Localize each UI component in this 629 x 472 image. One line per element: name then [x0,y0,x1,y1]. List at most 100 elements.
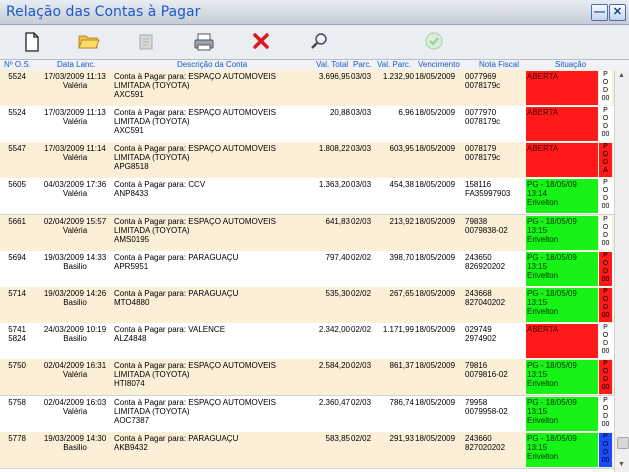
header-parc[interactable]: Parc. [353,60,372,70]
pod-o: O [602,260,609,267]
installment: 03/03 [351,72,372,81]
pod-d: D [602,87,609,94]
pod-o: O [602,368,609,375]
invoice-number: 0077969 [465,72,497,81]
table-row[interactable]: 5741 5824 24/03/2009 10:19 Basilio Conta… [0,323,614,360]
header-desc[interactable]: Descrição da Conta [177,60,247,70]
table-row[interactable]: 5758 02/04/2009 16:03 Valéria Conta à Pa… [0,396,614,433]
table-row[interactable]: 5750 02/04/2009 16:31 Valéria Conta à Pa… [0,359,614,396]
header-nf[interactable]: Nota Fiscal [479,60,519,70]
description-line2: LIMITADA (TOYOTA) [114,81,190,90]
header-total[interactable]: Val. Total [316,60,348,70]
pod-o: O [602,224,609,231]
table-row[interactable]: 5694 19/03/2009 14:33 Basilio Conta à Pa… [0,251,614,288]
disabled-edit-icon [139,34,153,50]
pod-code: 00 [601,203,610,210]
edit-button[interactable] [134,30,158,54]
table-row[interactable]: 5524 17/03/2009 11:13 Valéria Conta à Pa… [0,70,614,107]
installment: 02/02 [351,289,372,298]
description-line1: Conta à Pagar para: PARAGUAÇU [114,253,239,262]
table-row[interactable]: 5547 17/03/2009 11:14 Valéria Conta à Pa… [0,142,614,179]
table-row[interactable]: 5778 19/03/2009 14:30 Basilio Conta à Pa… [0,432,614,469]
status-line1: PG - 18/05/09 [527,289,577,298]
invoice-number: 0077970 [465,108,497,117]
entry-user: Valéria [62,189,88,198]
due-date: 18/05/2009 [415,180,456,189]
status-line1: PG - 18/05/09 [527,217,577,226]
header-val-parc[interactable]: Val. Parc. [377,60,411,70]
pod-indicator: P O D 00 [599,107,612,141]
pod-p: P [603,143,608,150]
pod-p: P [603,252,608,259]
pod-d: D [602,123,609,130]
total-value: 797,40 [325,253,350,262]
accounts-table: 5524 17/03/2009 11:13 Valéria Conta à Pa… [0,70,614,472]
pod-o: O [602,441,609,448]
description-line2: LIMITADA (TOYOTA) [114,226,190,235]
pod-o: O [602,115,609,122]
header-venc[interactable]: Vencimento [418,60,460,70]
invoice-number-2: 2974902 [465,334,497,343]
entry-user: Valéria [62,117,88,126]
invoice-number: 79958 [465,398,488,407]
status-line1: PG - 18/05/09 [527,253,577,262]
due-date: 18/05/2009 [415,434,456,443]
search-button[interactable] [307,30,331,54]
entry-date: 24/03/2009 10:19 [43,325,107,334]
status-line3: Erivelton [527,235,559,244]
scroll-down-arrow-icon[interactable]: ▼ [618,461,625,468]
table-row[interactable]: 5661 02/04/2009 15:57 Valéria Conta à Pa… [0,215,614,252]
print-button[interactable] [192,30,216,54]
due-date: 18/05/2009 [415,361,456,370]
header-os[interactable]: Nº O.S. [4,60,31,70]
invoice-number: 243668 [465,289,492,298]
description-line1: Conta à Pagar para: ESPAÇO AUTOMOVEIS [114,108,276,117]
header-date[interactable]: Data Lanc. [57,60,96,70]
entry-date: 17/03/2009 11:14 [44,144,106,153]
vertical-scrollbar[interactable]: ▲ ▼ [614,70,629,472]
os-number: 5758 [8,398,26,407]
pod-p: P [603,360,608,367]
close-button[interactable]: ✕ [609,4,626,21]
installment-value: 213,92 [389,217,414,226]
os-number: 5547 [8,144,26,153]
installment: 02/02 [351,253,372,262]
pod-p: P [603,324,608,331]
invoice-number-2: FA35997903 [465,189,511,198]
status-line1: PG - 18/05/09 [527,434,577,443]
minimize-button[interactable]: — [591,4,608,21]
invoice-number: 79816 [465,361,488,370]
pod-code: A [603,167,608,174]
due-date: 18/05/2009 [415,289,456,298]
table-row[interactable]: 5714 19/03/2009 14:26 Basilio Conta à Pa… [0,287,614,324]
pod-d: D [602,376,609,383]
table-row[interactable]: 5605 04/03/2009 17:36 Valéria Conta à Pa… [0,178,614,215]
description-line3: AMS0195 [114,235,150,244]
due-date: 18/05/2009 [415,398,456,407]
pod-d: D [602,232,609,239]
invoice-number-2: 0078179c [465,117,501,126]
pod-code: 00 [601,457,610,464]
confirm-button[interactable] [422,30,446,54]
header-situacao[interactable]: Situação [555,60,586,70]
new-button[interactable] [20,30,44,54]
scroll-thumb[interactable] [617,437,629,449]
pod-indicator: P O D A [599,143,612,177]
status-line2: 13:15 [527,298,548,307]
description-line2: LIMITADA (TOYOTA) [114,117,190,126]
table-row[interactable]: 5524 17/03/2009 11:13 Valéria Conta à Pa… [0,106,614,143]
installment-value: 1.232,90 [382,72,414,81]
installment: 03/03 [351,144,372,153]
description-line2: ANP8433 [114,189,149,198]
pod-indicator: P O D 00 [599,252,612,286]
total-value: 583,85 [325,434,350,443]
pod-code: 00 [601,95,610,102]
status-badge: PG - 18/05/09 13:15 Erivelton [526,252,598,286]
delete-button[interactable] [249,30,273,54]
open-button[interactable] [77,30,101,54]
os-number: 5524 [8,108,26,117]
open-folder-icon [78,35,100,49]
pod-p: P [603,433,608,440]
scroll-up-arrow-icon[interactable]: ▲ [618,72,625,79]
due-date: 18/05/2009 [415,325,456,334]
